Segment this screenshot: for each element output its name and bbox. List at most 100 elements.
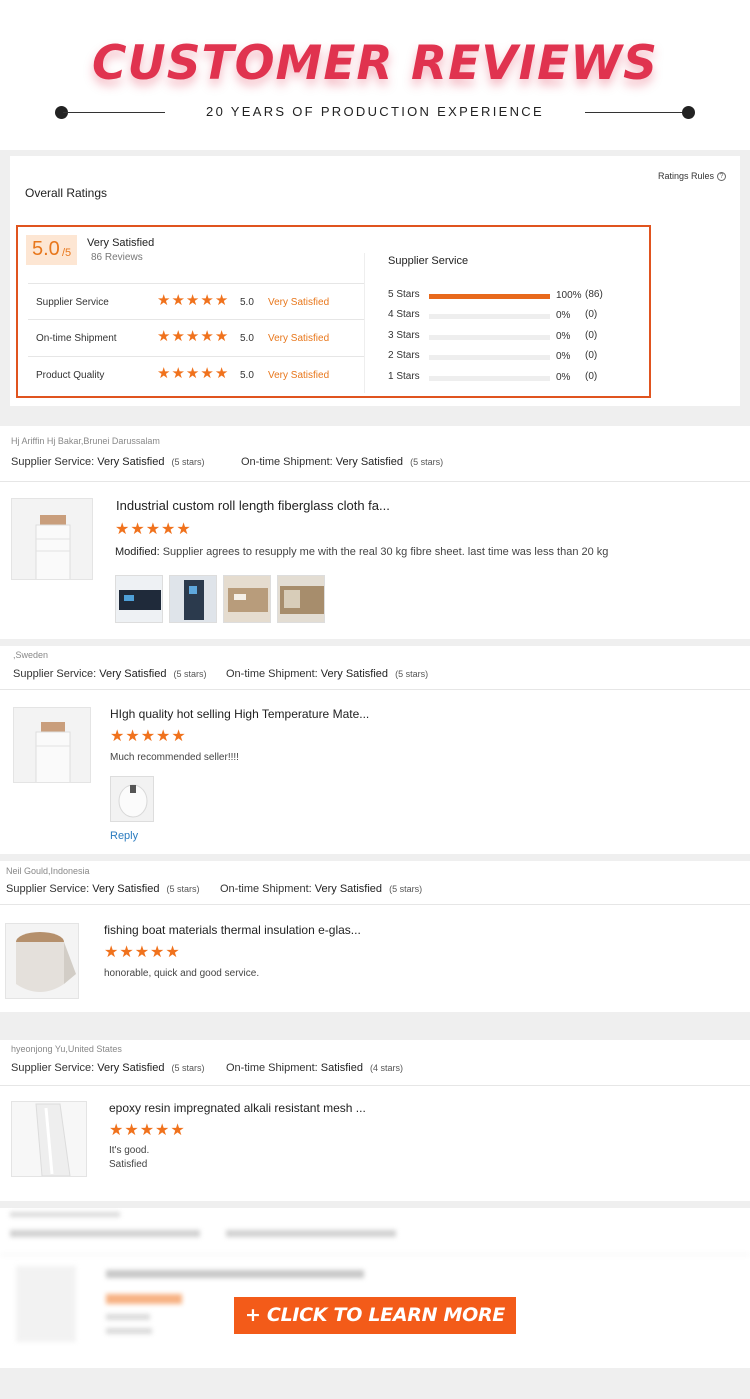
review-card: ,Sweden Supplier Service: Very Satisfied… [0,646,750,854]
distribution-bar [429,294,550,299]
category-stars: ★ ★ ★ ★ ★ [157,292,228,309]
distribution-count: (0) [585,350,598,361]
distribution-name: 1 Stars [388,371,420,382]
star-icon: ★ [157,365,171,382]
review-text-prefix: Modified: [115,546,160,558]
meta-value: Satisfied [320,1062,363,1074]
distribution-pct: 0% [556,351,571,362]
review-photo[interactable] [223,575,271,623]
review-header: Hj Ariffin Hj Bakar,Brunei Darussalam Su… [0,426,750,482]
question-icon: ? [717,171,726,181]
meta-value: Very Satisfied [335,456,404,468]
ratings-summary-box: 5.0 /5 Very Satisfied 86 Reviews Supplie… [16,225,651,398]
star-icon: ★ [176,521,191,538]
review-header: ,Sweden Supplier Service: Very Satisfied… [0,646,750,690]
category-row-on-time-shipment: On-time Shipment ★ ★ ★ ★ ★ 5.0 Very Satisfie… [28,319,364,356]
product-thumbnail[interactable] [11,498,93,580]
distribution-name: 3 Stars [388,330,420,341]
meta-label: Supplier Service: [6,883,90,895]
category-score: 5.0 [240,333,254,344]
category-stars: ★ ★ ★ ★ ★ [157,328,228,345]
star-icon: ★ [155,1122,170,1139]
review-stars: ★ ★ ★ ★ ★ [104,944,180,961]
meta-value: Very Satisfied [99,668,167,680]
meta-label: On-time Shipment: [226,1062,318,1074]
review-header: Neil Gould,Indonesia Supplier Service: V… [0,861,750,905]
category-label: Very Satisfied [268,333,330,344]
review-stars: ★ ★ ★ ★ ★ [115,521,191,538]
star-icon: ★ [185,328,200,345]
review-author: Hj Ariffin Hj Bakar,Brunei Darussalam [11,436,160,446]
star-icon: ★ [185,365,200,382]
category-label: Very Satisfied [268,370,330,381]
ratings-rules-link[interactable]: Ratings Rules ? [658,171,726,181]
overall-ratings-title: Overall Ratings [25,186,108,200]
overall-score: 5.0 [32,238,60,260]
star-icon: ★ [214,328,229,345]
reply-link[interactable]: Reply [110,830,138,842]
meta-label: Supplier Service: [13,668,97,680]
distribution-pct: 100% [556,290,582,301]
star-icon: ★ [134,944,150,961]
page-header: CUSTOMER REVIEWS 20 YEARS OF PRODUCTION … [0,0,750,150]
meta-stars: (5 stars) [171,457,205,467]
overall-score-max: /5 [62,247,72,259]
star-icon: ★ [157,328,171,345]
review-author: Neil Gould,Indonesia [6,866,90,876]
review-text: Much recommended seller!!!! [110,752,239,763]
distribution-row: 1 Stars 0% (0) [388,371,638,385]
review-card: Hj Ariffin Hj Bakar,Brunei Darussalam Su… [0,426,750,639]
product-thumbnail[interactable] [13,707,91,783]
star-icon: ★ [156,728,171,745]
meta-value: Very Satisfied [92,883,160,895]
review-stars: ★ ★ ★ ★ ★ [109,1122,185,1139]
review-card: hyeonjong Yu,United States Supplier Serv… [0,1040,750,1201]
review-card: Neil Gould,Indonesia Supplier Service: V… [0,861,750,1012]
product-title-link[interactable]: epoxy resin impregnated alkali resistant… [109,1101,366,1115]
meta-stars: (5 stars) [395,669,429,679]
review-supplier-service: Supplier Service: Very Satisfied (5 star… [6,883,200,895]
meta-label: Supplier Service: [11,1062,95,1074]
star-icon: ★ [171,328,185,345]
star-icon: ★ [130,521,145,538]
learn-more-button[interactable]: + CLICK TO LEARN MORE [234,1297,516,1334]
review-supplier-service: Supplier Service: Very Satisfied (5 star… [11,456,205,468]
star-icon: ★ [109,1122,124,1139]
review-supplier-service: Supplier Service: Very Satisfied (5 star… [13,668,207,680]
product-thumbnail[interactable] [11,1101,87,1177]
category-row-product-quality: Product Quality ★ ★ ★ ★ ★ 5.0 Very Satisfied [28,356,364,393]
reviews-count: 86 Reviews [91,252,143,263]
score-badge: 5.0 /5 [26,235,77,265]
overall-satisfaction: Very Satisfied [87,237,155,249]
star-icon: ★ [115,521,130,538]
distribution-count: (0) [585,371,598,382]
product-title-link[interactable]: Industrial custom roll length fiberglass… [116,498,390,513]
review-text: Modified: Supplier agrees to resupply me… [115,546,608,558]
star-icon: ★ [110,728,125,745]
star-icon: ★ [125,728,140,745]
distribution-name: 4 Stars [388,309,420,320]
review-text-line2: Satisfied [109,1159,148,1170]
product-title-link[interactable]: fishing boat materials thermal insulatio… [104,923,361,937]
category-name: Product Quality [36,370,105,381]
review-on-time-shipment: On-time Shipment: Very Satisfied (5 star… [220,883,422,895]
distribution-count: (0) [585,330,598,341]
review-author: ,Sweden [13,650,49,660]
review-photo[interactable] [110,776,154,822]
distribution-row: 4 Stars 0% (0) [388,309,638,323]
meta-value: Very Satisfied [314,883,383,895]
category-name: Supplier Service [36,297,109,308]
product-title-link[interactable]: HIgh quality hot selling High Temperatur… [110,707,369,721]
meta-stars: (5 stars) [410,457,444,467]
product-thumbnail[interactable] [5,923,79,999]
review-on-time-shipment: On-time Shipment: Very Satisfied (5 star… [241,456,443,468]
distribution-bar [429,335,550,340]
review-photo[interactable] [169,575,217,623]
distribution-row: 2 Stars 0% (0) [388,350,638,364]
category-score: 5.0 [240,370,254,381]
meta-label: Supplier Service: [11,456,95,468]
blurred-review-card [0,1208,750,1368]
review-photo[interactable] [277,575,325,623]
star-icon: ★ [145,521,161,538]
review-photo[interactable] [115,575,163,623]
